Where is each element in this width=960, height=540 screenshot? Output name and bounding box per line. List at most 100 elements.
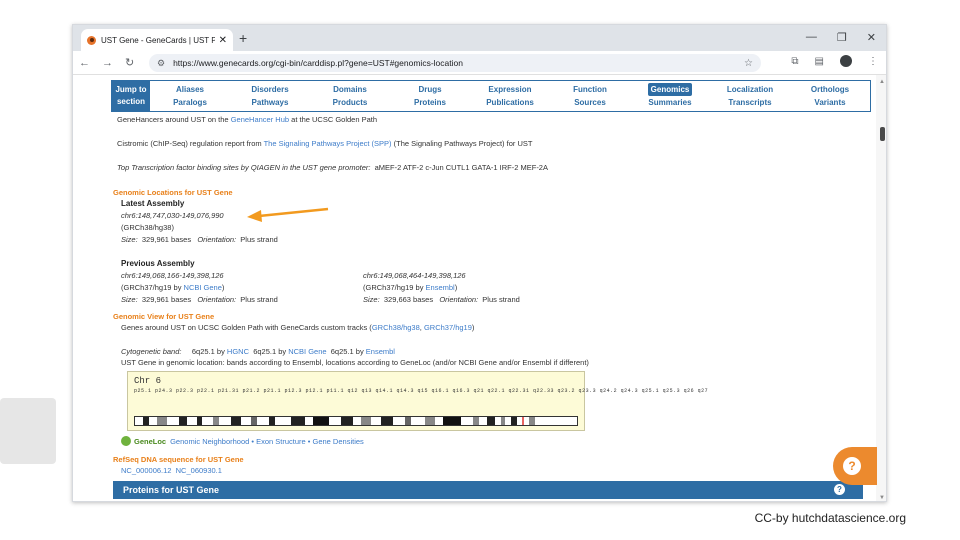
spp-link[interactable]: The Signaling Pathways Project (SPP) <box>264 139 392 148</box>
question-mark-icon: ? <box>843 457 861 475</box>
nav-link-pathways[interactable]: Pathways <box>252 96 289 109</box>
size-label: Size: <box>363 295 380 304</box>
nav-link-orthologs[interactable]: Orthologs <box>811 83 849 96</box>
toolbar-actions: ⧉ ▤ ⋮ <box>791 55 878 67</box>
nav-link-domains[interactable]: Domains <box>333 83 367 96</box>
url-text[interactable]: https://www.genecards.org/cgi-bin/carddi… <box>173 58 744 68</box>
genomic-view-text: Genes around UST on UCSC Golden Path wit… <box>121 323 372 332</box>
nav-col-function: Function Sources <box>550 81 630 111</box>
vertical-scrollbar[interactable]: ▲ ▼ <box>876 75 886 501</box>
tfbs-label: Top Transcription factor binding sites b… <box>117 163 371 172</box>
genehancer-suffix: at the UCSC Golden Path <box>289 115 378 124</box>
refseq-line: NC_000006.12 NC_060930.1 <box>121 466 222 475</box>
genehancer-text: GeneHancers around UST on the <box>117 115 231 124</box>
nav-col-genomics: Genomics Summaries <box>630 81 710 111</box>
cyto-ncbi-link[interactable]: NCBI Gene <box>288 347 326 356</box>
latest-assembly-label: Latest Assembly <box>121 199 185 208</box>
refseq-nc-000006-link[interactable]: NC_000006.12 <box>121 466 171 475</box>
side-panel-edge <box>0 398 56 464</box>
grch37-link[interactable]: GRCh37/hg19 <box>424 323 472 332</box>
prev2-orientation: Plus strand <box>482 295 520 304</box>
scroll-thumb[interactable] <box>880 127 885 141</box>
genomic-locations-heading: Genomic Locations for UST Gene <box>113 188 233 197</box>
jump-label-bottom: section <box>116 97 145 106</box>
geneloc-logo[interactable]: GeneLoc <box>134 437 166 446</box>
address-bar[interactable]: ⚙ https://www.genecards.org/cgi-bin/card… <box>149 54 761 72</box>
prev1-build-text: (GRCh37/hg19 by <box>121 283 184 292</box>
nav-link-products[interactable]: Products <box>333 96 368 109</box>
ensembl-link[interactable]: Ensembl <box>426 283 455 292</box>
nav-link-paralogs[interactable]: Paralogs <box>173 96 207 109</box>
proteins-section-header[interactable]: Proteins for UST Gene ? <box>113 481 863 499</box>
nav-link-expression[interactable]: Expression <box>488 83 531 96</box>
nav-col-drugs: Drugs Proteins <box>390 81 470 111</box>
nav-link-localization[interactable]: Localization <box>727 83 773 96</box>
nav-link-sources[interactable]: Sources <box>574 96 606 109</box>
reload-icon[interactable]: ↻ <box>125 56 134 69</box>
window-controls: — ❐ ✕ <box>806 31 876 44</box>
prev1-size: 329,961 bases <box>141 295 192 304</box>
genomic-view-close: ) <box>471 323 475 332</box>
help-chat-button[interactable]: ? <box>833 447 877 485</box>
close-window-icon[interactable]: ✕ <box>867 31 876 44</box>
profile-avatar[interactable] <box>840 55 852 67</box>
cistromic-text: Cistromic (ChIP-Seq) regulation report f… <box>117 139 264 148</box>
cyto-ncbi-text: 6q25.1 by <box>253 347 289 356</box>
chromosome-ideogram[interactable]: Chr 6 p25.1 p24.3 p22.3 p22.1 p21.31 p21… <box>127 371 708 431</box>
nav-link-disorders[interactable]: Disorders <box>251 83 288 96</box>
scroll-up-icon[interactable]: ▲ <box>879 79 885 85</box>
orientation-label: Orientation: <box>197 235 237 244</box>
nav-col-expression: Expression Publications <box>470 81 550 111</box>
help-icon[interactable]: ? <box>834 484 845 495</box>
credit-text: CC-by hutchdatascience.org <box>754 511 906 525</box>
cyto-hgnc-text: 6q25.1 by <box>191 347 227 356</box>
prev2-build-close: ) <box>454 283 458 292</box>
menu-icon[interactable]: ⋮ <box>868 56 878 67</box>
latest-size-line: Size: 329,961 bases Orientation: Plus st… <box>121 235 278 244</box>
geneloc-links[interactable]: Genomic Neighborhood • Exon Structure • … <box>170 437 364 446</box>
prev1-coordinates: chr6:149,068,166-149,398,126 <box>121 271 224 280</box>
ncbi-gene-link[interactable]: NCBI Gene <box>184 283 222 292</box>
chromosome-bands-graphic <box>143 417 535 425</box>
nav-link-publications[interactable]: Publications <box>486 96 534 109</box>
close-tab-icon[interactable]: ✕ <box>219 35 227 46</box>
tfbs-values: aMEF-2 ATF-2 c-Jun CUTL1 GATA-1 IRF-2 ME… <box>374 163 548 172</box>
tfbs-line: Top Transcription factor binding sites b… <box>117 163 548 172</box>
nav-link-summaries[interactable]: Summaries <box>648 96 691 109</box>
site-settings-icon[interactable]: ⚙ <box>157 58 165 69</box>
minimize-icon[interactable]: — <box>806 31 817 44</box>
prev2-size: 329,663 bases <box>383 295 434 304</box>
refseq-nc-060930-link[interactable]: NC_060930.1 <box>176 466 222 475</box>
nav-link-drugs[interactable]: Drugs <box>418 83 441 96</box>
nav-link-genomics[interactable]: Genomics <box>647 83 693 96</box>
extensions-icon[interactable]: ⧉ <box>791 56 798 67</box>
browser-window: UST Gene - GeneCards | UST Pr ✕ + — ❐ ✕ … <box>72 24 887 502</box>
tab-title: UST Gene - GeneCards | UST Pr <box>101 35 215 45</box>
genehancer-hub-link[interactable]: GeneHancer Hub <box>231 115 289 124</box>
latest-coordinates: chr6:148,747,030-149,076,990 <box>121 211 224 220</box>
genomic-view-line: Genes around UST on UCSC Golden Path wit… <box>121 323 474 332</box>
scroll-down-icon[interactable]: ▼ <box>879 495 885 501</box>
cyto-ensembl-link[interactable]: Ensembl <box>366 347 395 356</box>
chromosome-bar <box>134 416 578 426</box>
nav-link-function[interactable]: Function <box>573 83 607 96</box>
hgnc-link[interactable]: HGNC <box>227 347 249 356</box>
new-tab-icon[interactable]: + <box>239 30 247 46</box>
browser-toolbar: ← → ↻ ⚙ https://www.genecards.org/cgi-bi… <box>73 51 886 75</box>
grch38-link[interactable]: GRCh38/hg38 <box>372 323 420 332</box>
back-icon[interactable]: ← <box>79 57 90 69</box>
chromosome-label: Chr 6 <box>134 376 162 386</box>
browser-tab[interactable]: UST Gene - GeneCards | UST Pr ✕ <box>81 29 233 51</box>
nav-link-transcripts[interactable]: Transcripts <box>728 96 771 109</box>
cytogenetic-label: Cytogenetic band: <box>121 347 182 356</box>
forward-icon[interactable]: → <box>102 57 113 69</box>
nav-link-proteins[interactable]: Proteins <box>414 96 446 109</box>
cistromic-suffix: (The Signaling Pathways Project) for UST <box>391 139 533 148</box>
cistromic-line: Cistromic (ChIP-Seq) regulation report f… <box>117 139 532 148</box>
nav-link-aliases[interactable]: Aliases <box>176 83 204 96</box>
restore-icon[interactable]: ❐ <box>837 31 847 44</box>
bookmark-star-icon[interactable]: ☆ <box>744 58 753 69</box>
nav-col-aliases: Aliases Paralogs <box>150 81 230 111</box>
nav-link-variants[interactable]: Variants <box>814 96 845 109</box>
reading-list-icon[interactable]: ▤ <box>815 56 824 67</box>
